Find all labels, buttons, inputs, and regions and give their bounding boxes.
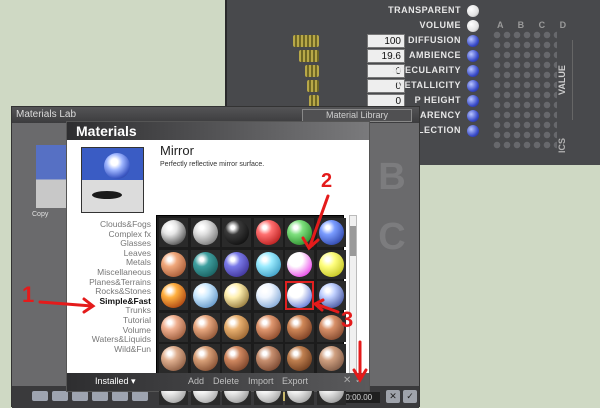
annotation-3: 3 xyxy=(341,307,354,332)
arrow-2-shaft xyxy=(308,194,330,248)
annotation-layer xyxy=(38,194,368,383)
arrow-1-shaft xyxy=(38,300,94,308)
annotation-1: 1 xyxy=(22,282,35,307)
annotation-2: 2 xyxy=(321,170,333,192)
